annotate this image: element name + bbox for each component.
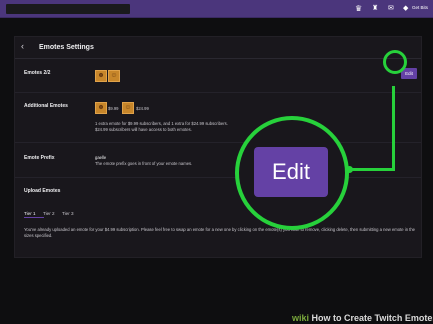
emotes-count-label: Emotes 2/2 (24, 70, 51, 76)
emote-thumbnail[interactable]: ☺ (122, 102, 134, 114)
emote-thumbnail[interactable]: ☻ (95, 102, 107, 114)
emote-thumbnail[interactable]: ☺ (108, 70, 120, 82)
message-icon[interactable]: ✉ (388, 4, 394, 12)
price-tier-1: $9.99 (108, 106, 119, 111)
get-bits-link[interactable]: Get Bits (412, 5, 428, 10)
tab-tier-1[interactable]: Tier 1 (24, 211, 36, 216)
emote-prefix-value: gaelle (95, 155, 107, 160)
tab-tier-3[interactable]: Tier 3 (62, 211, 74, 216)
upload-note: You've already uploaded an emote for you… (24, 227, 416, 238)
back-arrow-icon[interactable]: ‹ (21, 41, 24, 51)
top-nav-bar: ♛ ♜ ✉ ◆ Get Bits (0, 0, 433, 18)
additional-note-line-1: 1 extra emote for $9.99 subscribers, and… (95, 121, 228, 126)
callout-connector (348, 168, 394, 171)
divider (15, 92, 421, 93)
divider (15, 142, 421, 143)
tab-tier-2[interactable]: Tier 2 (43, 211, 55, 216)
additional-note-line-2: $24.99 subscribers will have access to b… (95, 127, 192, 132)
emote-prefix-note: The emote prefix goes in front of your e… (95, 161, 193, 166)
search-box[interactable] (6, 4, 130, 14)
upload-emotes-label: Upload Emotes (24, 188, 61, 194)
additional-emotes-label: Additional Emotes (24, 103, 68, 109)
panel-header: ‹ Emotes Settings (15, 37, 421, 59)
callout-connector (392, 86, 395, 171)
trophy-icon[interactable]: ♜ (372, 4, 378, 12)
highlight-ring-small (383, 50, 407, 74)
bits-icon[interactable]: ◆ (403, 4, 408, 12)
emote-prefix-label: Emote Prefix (24, 155, 55, 161)
edit-button-zoomed[interactable]: Edit (254, 147, 328, 197)
emote-thumbnail[interactable]: ☻ (95, 70, 107, 82)
active-tab-indicator (24, 217, 44, 218)
page-title: Emotes Settings (39, 44, 94, 51)
watermark-text: wiki How to Create Twitch Emotes (292, 313, 433, 323)
price-tier-2: $24.99 (136, 106, 149, 111)
callout-connector-dot (346, 166, 353, 173)
crown-icon[interactable]: ♛ (355, 4, 362, 13)
emotes-settings-panel: ‹ Emotes Settings Emotes 2/2 ☻ ☺ Edit Ad… (14, 36, 422, 258)
divider (15, 177, 421, 178)
